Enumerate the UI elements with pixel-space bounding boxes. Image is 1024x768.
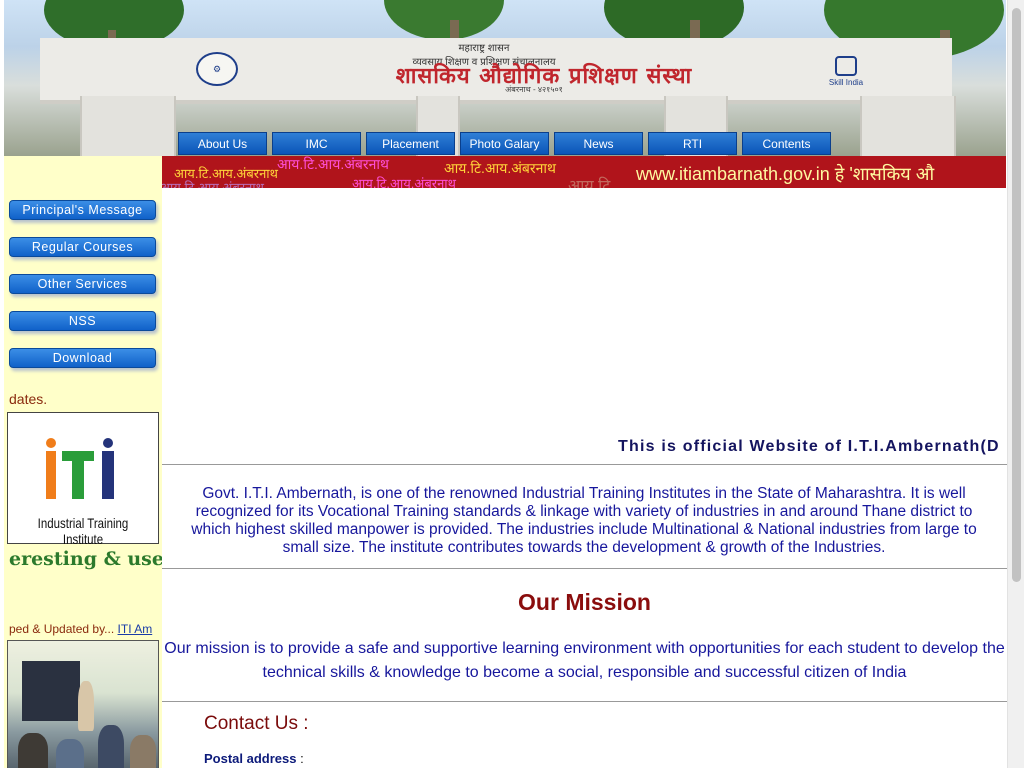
developed-by: ped & Updated by... ITI Am <box>9 622 152 636</box>
skill-india-text: Skill India <box>828 78 864 87</box>
vertical-scrollbar[interactable] <box>1007 0 1024 768</box>
iti-logo-box: Industrial Training Institute <box>7 412 159 547</box>
nav-placement[interactable]: Placement <box>366 132 455 155</box>
marquee-strip: आय.टि.आय.अंबरनाथ आय.टि.आय.अंबरनाथ आय.टि.… <box>162 156 1006 188</box>
iti-logo-icon <box>46 438 114 499</box>
developed-by-text: ped & Updated by... <box>9 622 115 636</box>
strip-hindi-text: आय.टि.आय.अंबरनाथ <box>277 156 389 172</box>
gate-pillar <box>860 96 956 156</box>
nav-photo-gallery[interactable]: Photo Galary <box>460 132 549 155</box>
photo-student <box>56 739 84 768</box>
left-sidebar: Principal's Message Regular Courses Othe… <box>4 156 162 768</box>
photo-student <box>98 725 124 768</box>
sidebar-regular-courses[interactable]: Regular Courses <box>9 237 156 257</box>
gate-pillar <box>80 96 176 156</box>
mission-heading: Our Mission <box>518 589 651 615</box>
nav-imc[interactable]: IMC <box>272 132 361 155</box>
sidebar-download[interactable]: Download <box>9 348 156 368</box>
interesting-marquee: eresting & usefull <box>9 548 162 570</box>
developed-by-link[interactable]: ITI Am <box>118 622 153 636</box>
intro-paragraph: Govt. I.T.I. Ambernath, is one of the re… <box>191 485 977 556</box>
nav-rti[interactable]: RTI <box>648 132 737 155</box>
strip-hindi-text: आय टि <box>568 178 611 188</box>
sidebar-other-services[interactable]: Other Services <box>9 274 156 294</box>
postal-address-label: Postal address <box>204 751 297 766</box>
sidebar-principals-message[interactable]: Principal's Message <box>9 200 156 220</box>
tree-foliage <box>384 0 504 40</box>
scrollbar-thumb[interactable] <box>1012 8 1021 582</box>
top-nav: About Us IMC Placement Photo Galary News… <box>178 132 831 155</box>
postal-address-sep: : <box>296 751 304 766</box>
skill-india-icon <box>835 56 857 76</box>
contact-heading: Contact Us : <box>204 713 309 734</box>
nav-about-us[interactable]: About Us <box>178 132 267 155</box>
photo-student <box>130 735 156 768</box>
updates-marquee: dates. <box>9 391 48 407</box>
mission-text: Our mission is to provide a safe and sup… <box>164 640 1005 681</box>
nav-news[interactable]: News <box>554 132 643 155</box>
sidebar-nss[interactable]: NSS <box>9 311 156 331</box>
strip-website-url: www.itiambarnath.gov.in हे 'शासकिय औ <box>636 164 935 184</box>
photo-blackboard <box>22 661 80 721</box>
divider <box>162 701 1007 702</box>
official-website-marquee: This is official Website of I.T.I.Ambern… <box>618 438 998 455</box>
banner-govt-text: महाराष्ट्र शासन <box>458 43 510 54</box>
nav-contents[interactable]: Contents <box>742 132 831 155</box>
photo-student <box>18 733 48 768</box>
classroom-photo <box>7 640 159 768</box>
divider <box>162 568 1007 569</box>
postal-address: Postal address : <box>204 751 304 766</box>
photo-teacher <box>78 681 94 731</box>
strip-hindi-text: आय.टि.आय.अंबरनाथ <box>162 180 264 188</box>
banner-place: अंबरनाथ - ४२१५०१ <box>505 85 563 94</box>
strip-hindi-text: आय.टि.आय.अंबरनाथ <box>352 176 456 188</box>
iti-logo-caption: Industrial Training Institute <box>37 515 129 547</box>
divider <box>162 464 1007 465</box>
strip-hindi-text: आय.टि.आय.अंबरनाथ <box>444 160 556 176</box>
skill-india-logo: Skill India <box>820 56 872 87</box>
